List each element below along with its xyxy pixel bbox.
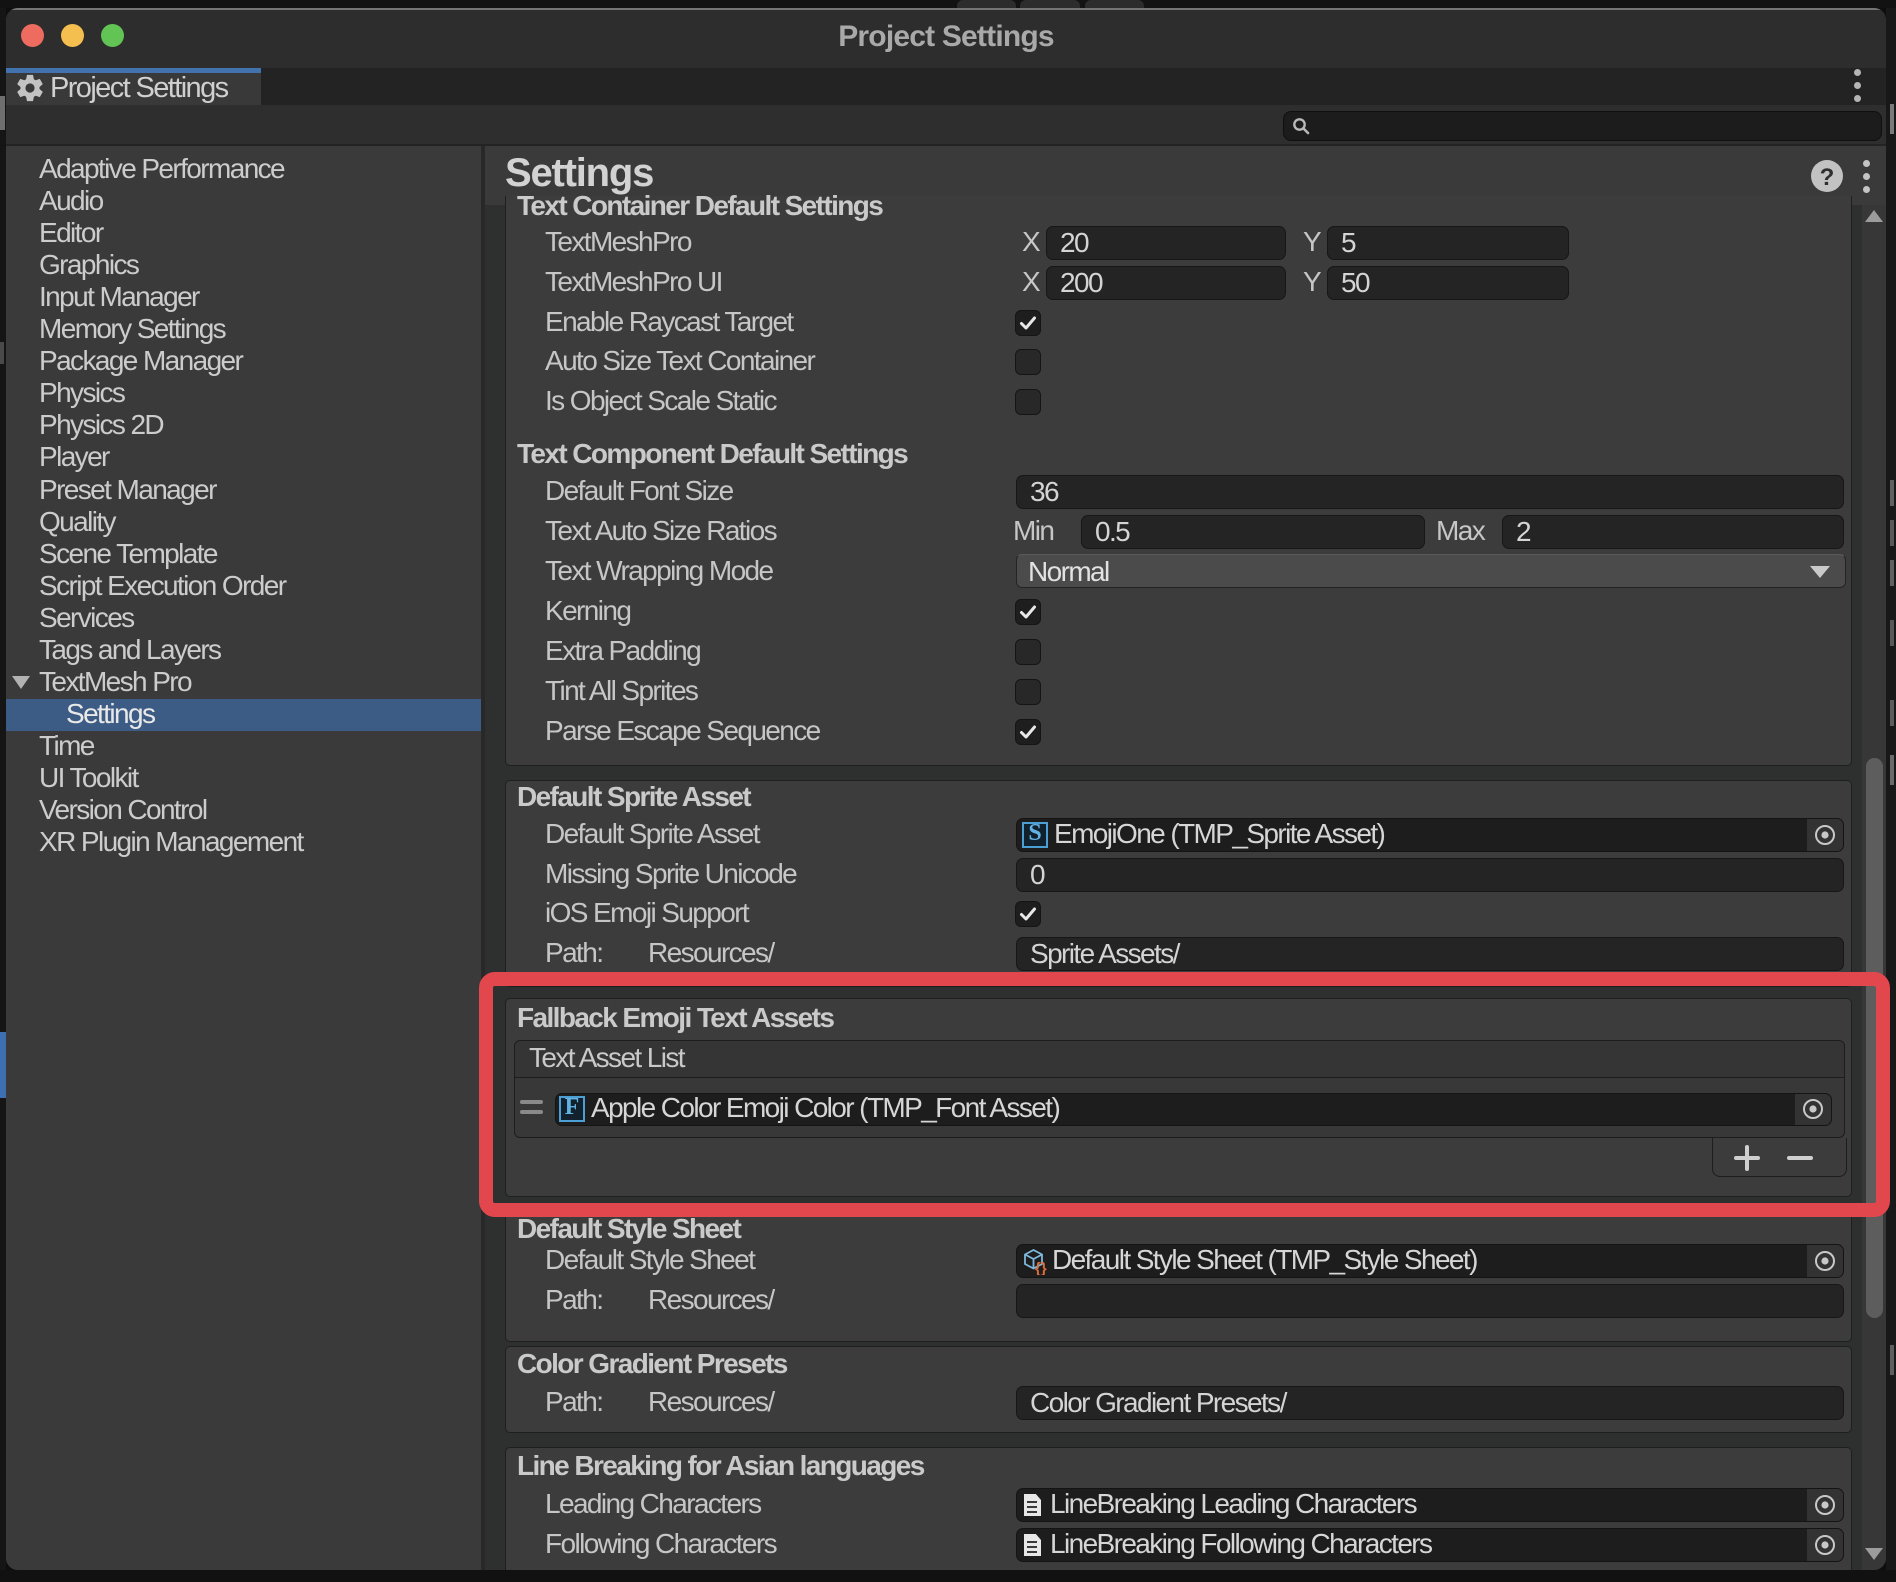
svg-text:{}: {} bbox=[1035, 1260, 1047, 1275]
